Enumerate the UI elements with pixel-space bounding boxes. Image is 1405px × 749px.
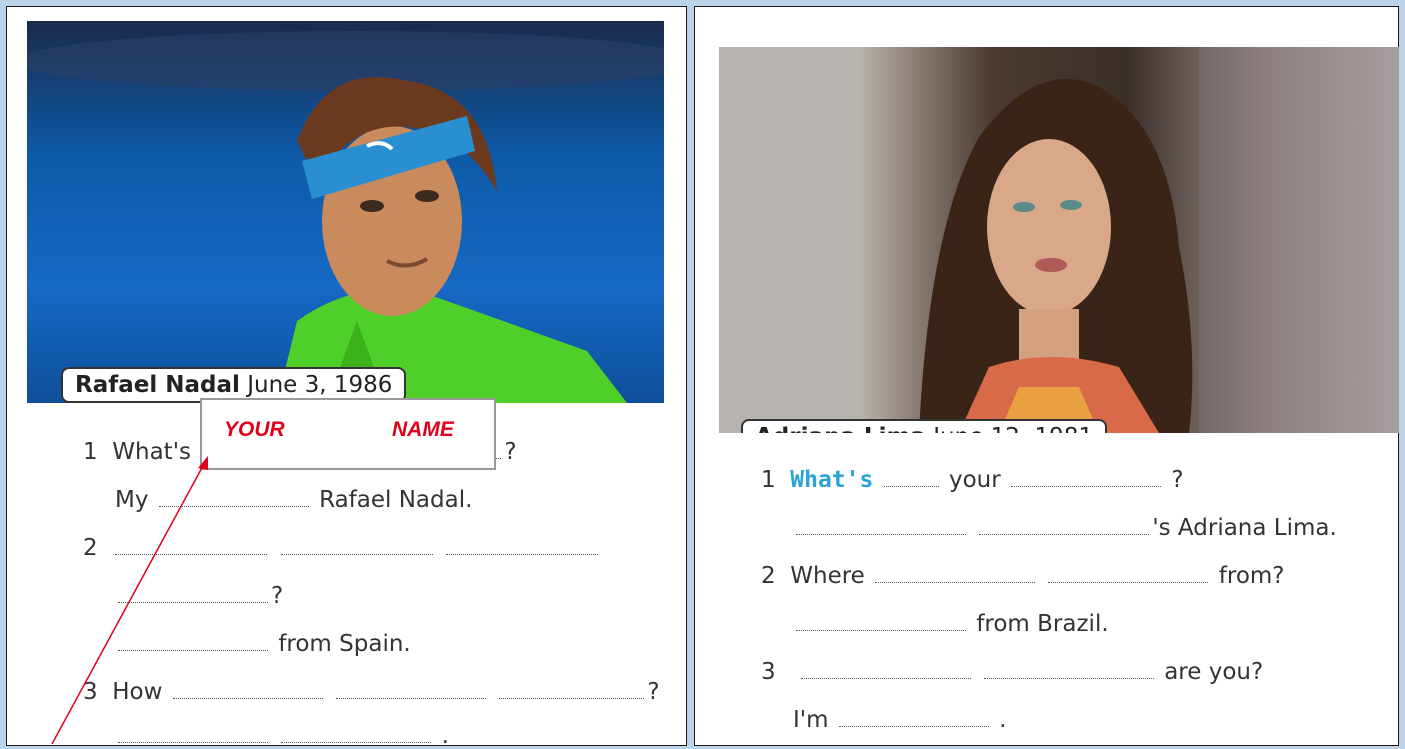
left-a3-end: . <box>441 723 449 749</box>
right-q2-end: from? <box>1218 563 1285 589</box>
left-q2-blank-1[interactable] <box>115 554 268 555</box>
left-q1-number: 1 <box>83 439 98 465</box>
right-worksheet-panel: Adriana Lima June 12, 1981 1 What's your… <box>694 6 1399 746</box>
left-question-2-cont: ? <box>115 583 283 609</box>
right-question-3: 3 are you? <box>761 659 1263 685</box>
right-a3-start: I'm <box>793 707 829 733</box>
right-q1-blank-2[interactable] <box>1011 486 1162 487</box>
left-a3-blank-2[interactable] <box>281 742 432 743</box>
right-answer-1: 's Adriana Lima. <box>793 515 1337 541</box>
left-q3-blank-2[interactable] <box>336 698 487 699</box>
left-answer-3: . <box>115 723 449 749</box>
left-q2-blank-2[interactable] <box>280 554 433 555</box>
nadal-caption-name: Rafael Nadal <box>75 372 240 398</box>
right-q2-number: 2 <box>761 563 776 589</box>
right-q3-number: 3 <box>761 659 776 685</box>
left-q2-number: 2 <box>83 535 98 561</box>
left-a2-end: from Spain. <box>278 631 411 657</box>
left-a1-blank[interactable] <box>158 506 309 507</box>
left-question-2: 2 <box>83 535 601 561</box>
lima-caption: Adriana Lima June 12, 1981 <box>741 419 1108 433</box>
left-worksheet-panel: Rafael Nadal June 3, 1986 1 What's ? My … <box>6 6 687 749</box>
right-q1-end: ? <box>1171 467 1184 493</box>
left-q1-end: ? <box>504 439 517 465</box>
rafael-nadal-illustration <box>27 31 664 403</box>
right-question-2: 2 Where from? <box>761 563 1285 589</box>
nadal-caption-date: June 3, 1986 <box>247 372 393 398</box>
left-a1-end: Rafael Nadal. <box>319 487 473 513</box>
left-a1-start: My <box>115 487 149 513</box>
left-question-3: 3 How ? <box>83 679 660 705</box>
adriana-lima-photo: Adriana Lima June 12, 1981 <box>719 47 1399 433</box>
right-q3-blank-1[interactable] <box>800 678 971 679</box>
right-q1-mid: your <box>948 467 1001 493</box>
left-q3-number: 3 <box>83 679 98 705</box>
right-q2-text: Where <box>790 563 865 589</box>
right-answer-3: I'm . <box>793 707 1006 733</box>
right-q1-blank-1[interactable] <box>883 486 939 487</box>
left-q3-blank-3[interactable] <box>499 698 645 699</box>
left-answer-2: from Spain. <box>115 631 411 657</box>
right-a2-blank[interactable] <box>796 630 966 631</box>
right-q2-blank-1[interactable] <box>875 582 1036 583</box>
right-a1-blank-1[interactable] <box>796 534 966 535</box>
right-q2-blank-2[interactable] <box>1048 582 1209 583</box>
right-q3-blank-2[interactable] <box>983 678 1154 679</box>
right-a2-end: from Brazil. <box>976 611 1109 637</box>
overlay-word-your: YOUR <box>224 418 285 441</box>
left-q2-blank-3[interactable] <box>445 554 598 555</box>
right-q3-end: are you? <box>1164 659 1264 685</box>
right-question-1: 1 What's your ? <box>761 467 1184 493</box>
your-name-overlay-box: YOUR NAME <box>200 398 496 470</box>
left-q2-end: ? <box>271 583 284 609</box>
right-answer-2: from Brazil. <box>793 611 1109 637</box>
right-a3-end: . <box>999 707 1007 733</box>
left-q3-text: How <box>112 679 163 705</box>
right-a1-end: 's Adriana Lima. <box>1152 515 1337 541</box>
left-q1-text: What's <box>112 439 192 465</box>
right-q1-number: 1 <box>761 467 776 493</box>
right-a1-blank-2[interactable] <box>979 534 1150 535</box>
adriana-lima-illustration <box>719 47 1399 433</box>
right-a3-blank[interactable] <box>838 726 989 727</box>
lima-caption-date: June 12, 1981 <box>933 424 1093 433</box>
lima-caption-name: Adriana Lima <box>755 424 926 433</box>
right-q1-handwritten-answer: What's <box>790 467 874 493</box>
left-q2-blank-4[interactable] <box>118 602 268 603</box>
left-a3-blank-1[interactable] <box>118 742 268 743</box>
rafael-nadal-photo: Rafael Nadal June 3, 1986 <box>27 21 664 403</box>
left-q3-blank-1[interactable] <box>172 698 323 699</box>
left-a2-blank[interactable] <box>118 650 268 651</box>
left-q3-end: ? <box>647 679 660 705</box>
overlay-word-name: NAME <box>392 418 454 441</box>
left-answer-1: My Rafael Nadal. <box>115 487 472 513</box>
